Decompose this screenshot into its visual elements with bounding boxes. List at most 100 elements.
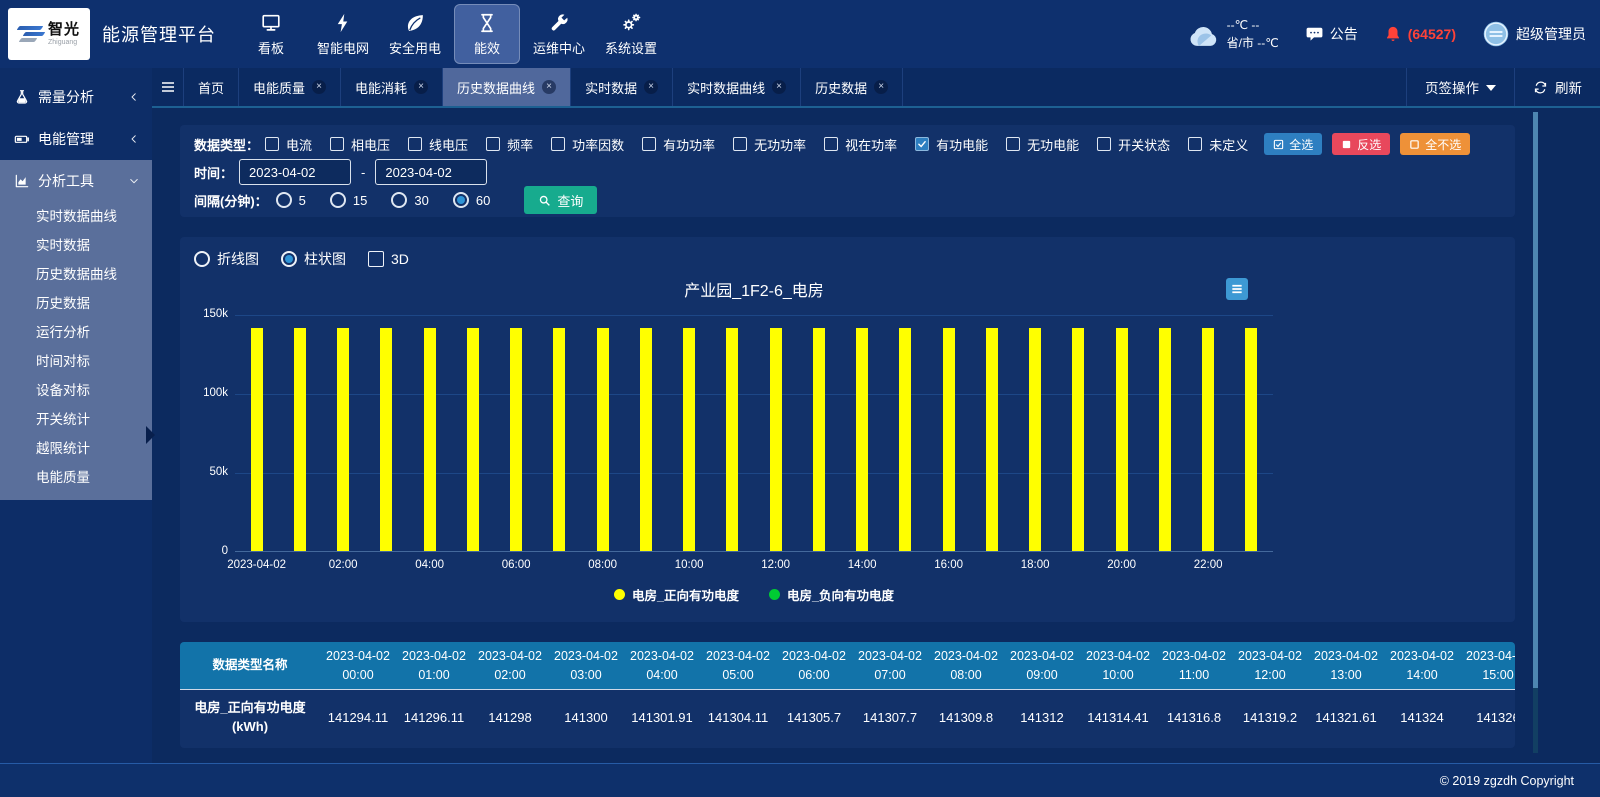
nav-item[interactable]: 能效 bbox=[454, 4, 520, 64]
sidebar-subitem[interactable]: 开关统计 bbox=[0, 405, 152, 434]
sidebar-subitem[interactable]: 越限统计 bbox=[0, 434, 152, 463]
leaf-icon bbox=[404, 12, 426, 34]
x-tick-label: 22:00 bbox=[1160, 559, 1256, 571]
filter-checkbox[interactable]: 有功电能 bbox=[915, 135, 988, 154]
refresh-button[interactable]: 刷新 bbox=[1514, 68, 1600, 106]
filled-square-icon bbox=[1341, 139, 1352, 150]
filter-action-button[interactable]: 全不选 bbox=[1400, 133, 1470, 155]
date-from-input[interactable] bbox=[239, 159, 351, 185]
user-menu[interactable]: 超级管理员 bbox=[1482, 20, 1586, 48]
hamburger-icon[interactable] bbox=[152, 68, 184, 106]
chart-type-option[interactable]: 柱状图 bbox=[281, 249, 346, 269]
filter-checkbox[interactable]: 频率 bbox=[486, 135, 533, 154]
filter-action-button[interactable]: 反选 bbox=[1332, 133, 1390, 155]
filter-checkbox[interactable]: 开关状态 bbox=[1097, 135, 1170, 154]
data-table-panel: 数据类型名称2023-04-0200:002023-04-0201:002023… bbox=[180, 642, 1515, 748]
copyright-text: © 2019 zgzdh Copyright bbox=[1440, 774, 1574, 788]
sidebar-subitem[interactable]: 电能质量 bbox=[0, 463, 152, 492]
sidebar-group-header[interactable]: 分析工具 bbox=[0, 160, 152, 202]
chart-bar bbox=[899, 328, 911, 551]
filter-checkbox[interactable]: 电流 bbox=[265, 135, 312, 154]
nav-item[interactable]: 看板 bbox=[238, 4, 304, 64]
legend-item[interactable]: 电房_正向有功电度 bbox=[614, 585, 739, 604]
checkbox-label: 视在功率 bbox=[845, 135, 897, 154]
y-tick-label: 0 bbox=[182, 545, 228, 557]
refresh-icon bbox=[1533, 80, 1548, 95]
sidebar-subitem[interactable]: 时间对标 bbox=[0, 347, 152, 376]
brand-logo: 智光 Zhiguang bbox=[8, 8, 90, 60]
table-header-cell: 2023-04-0203:00 bbox=[548, 642, 624, 689]
caret-down-icon bbox=[1486, 85, 1496, 91]
tab[interactable]: 历史数据曲线× bbox=[443, 68, 571, 106]
checkbox-icon bbox=[265, 137, 279, 151]
vertical-scrollbar[interactable] bbox=[1533, 112, 1538, 753]
time-label: 时间： bbox=[194, 163, 233, 182]
filter-checkbox[interactable]: 线电压 bbox=[408, 135, 468, 154]
filter-action-button[interactable]: 全选 bbox=[1264, 133, 1322, 155]
filter-checkbox[interactable]: 有功功率 bbox=[642, 135, 715, 154]
filter-checkbox[interactable]: 相电压 bbox=[330, 135, 390, 154]
tab[interactable]: 电能质量× bbox=[239, 68, 341, 106]
brand-name-en: Zhiguang bbox=[48, 39, 80, 46]
filter-checkbox[interactable]: 无功电能 bbox=[1006, 135, 1079, 154]
scrollbar-thumb[interactable] bbox=[1533, 112, 1538, 688]
tab-close-icon[interactable]: × bbox=[312, 80, 326, 94]
chart-type-option[interactable]: 3D bbox=[368, 251, 409, 267]
tab-operations-dropdown[interactable]: 页签操作 bbox=[1406, 68, 1514, 106]
sidebar-subitem[interactable]: 历史数据 bbox=[0, 289, 152, 318]
sidebar-group-header[interactable]: 需量分析 bbox=[0, 76, 152, 118]
sidebar-collapse-handle[interactable] bbox=[146, 426, 155, 444]
checkbox-icon bbox=[368, 251, 384, 267]
tab[interactable]: 实时数据× bbox=[571, 68, 673, 106]
table-header-cell: 2023-04-0215:00 bbox=[1460, 642, 1515, 689]
nav-item[interactable]: 智能电网 bbox=[310, 4, 376, 64]
empty-square-icon bbox=[1409, 139, 1420, 150]
nav-item[interactable]: 系统设置 bbox=[598, 4, 664, 64]
sidebar-group-header[interactable]: 电能管理 bbox=[0, 118, 152, 160]
filter-checkbox[interactable]: 视在功率 bbox=[824, 135, 897, 154]
tab[interactable]: 历史数据× bbox=[801, 68, 903, 106]
sidebar-group-label: 需量分析 bbox=[38, 87, 120, 107]
sidebar-subitem[interactable]: 实时数据曲线 bbox=[0, 202, 152, 231]
brand-name-cn: 智光 bbox=[48, 22, 80, 37]
sidebar-subitem[interactable]: 设备对标 bbox=[0, 376, 152, 405]
table-header-cell: 2023-04-0213:00 bbox=[1308, 642, 1384, 689]
chart-toolbox-button[interactable] bbox=[1226, 278, 1248, 300]
table-header-cell: 2023-04-0206:00 bbox=[776, 642, 852, 689]
sidebar-subitem[interactable]: 实时数据 bbox=[0, 231, 152, 260]
battery-icon bbox=[14, 131, 30, 147]
hourglass-icon bbox=[476, 12, 498, 34]
nav-item[interactable]: 运维中心 bbox=[526, 4, 592, 64]
alarm-button[interactable]: (64527) bbox=[1384, 25, 1456, 43]
notice-button[interactable]: 公告 bbox=[1305, 24, 1358, 44]
interval-radio[interactable]: 60 bbox=[453, 192, 490, 208]
query-button[interactable]: 查询 bbox=[524, 186, 597, 214]
chart-type-option[interactable]: 折线图 bbox=[194, 249, 259, 269]
speech-bubble-icon bbox=[1305, 25, 1324, 44]
y-tick-label: 100k bbox=[182, 387, 228, 399]
filter-checkbox[interactable]: 未定义 bbox=[1188, 135, 1248, 154]
filter-checkbox[interactable]: 无功功率 bbox=[733, 135, 806, 154]
tab[interactable]: 实时数据曲线× bbox=[673, 68, 801, 106]
filter-action-label: 反选 bbox=[1357, 136, 1381, 153]
radio-icon bbox=[281, 251, 297, 267]
filter-checkbox[interactable]: 功率因数 bbox=[551, 135, 624, 154]
nav-item[interactable]: 安全用电 bbox=[382, 4, 448, 64]
interval-radio[interactable]: 15 bbox=[330, 192, 367, 208]
interval-radio[interactable]: 5 bbox=[276, 192, 306, 208]
checkbox-label: 频率 bbox=[507, 135, 533, 154]
date-to-input[interactable] bbox=[375, 159, 487, 185]
sidebar-subitem[interactable]: 历史数据曲线 bbox=[0, 260, 152, 289]
table-cell: 141300 bbox=[548, 690, 624, 746]
tab-close-icon[interactable]: × bbox=[542, 80, 556, 94]
tab-close-icon[interactable]: × bbox=[874, 80, 888, 94]
tab[interactable]: 电能消耗× bbox=[341, 68, 443, 106]
tab-close-icon[interactable]: × bbox=[644, 80, 658, 94]
tab-close-icon[interactable]: × bbox=[414, 80, 428, 94]
sidebar-subitem[interactable]: 运行分析 bbox=[0, 318, 152, 347]
tab-close-icon[interactable]: × bbox=[772, 80, 786, 94]
legend-item[interactable]: 电房_负向有功电度 bbox=[769, 585, 894, 604]
interval-radio[interactable]: 30 bbox=[391, 192, 428, 208]
table-cell: 141312 bbox=[1004, 690, 1080, 746]
tab[interactable]: 首页 bbox=[184, 68, 239, 106]
